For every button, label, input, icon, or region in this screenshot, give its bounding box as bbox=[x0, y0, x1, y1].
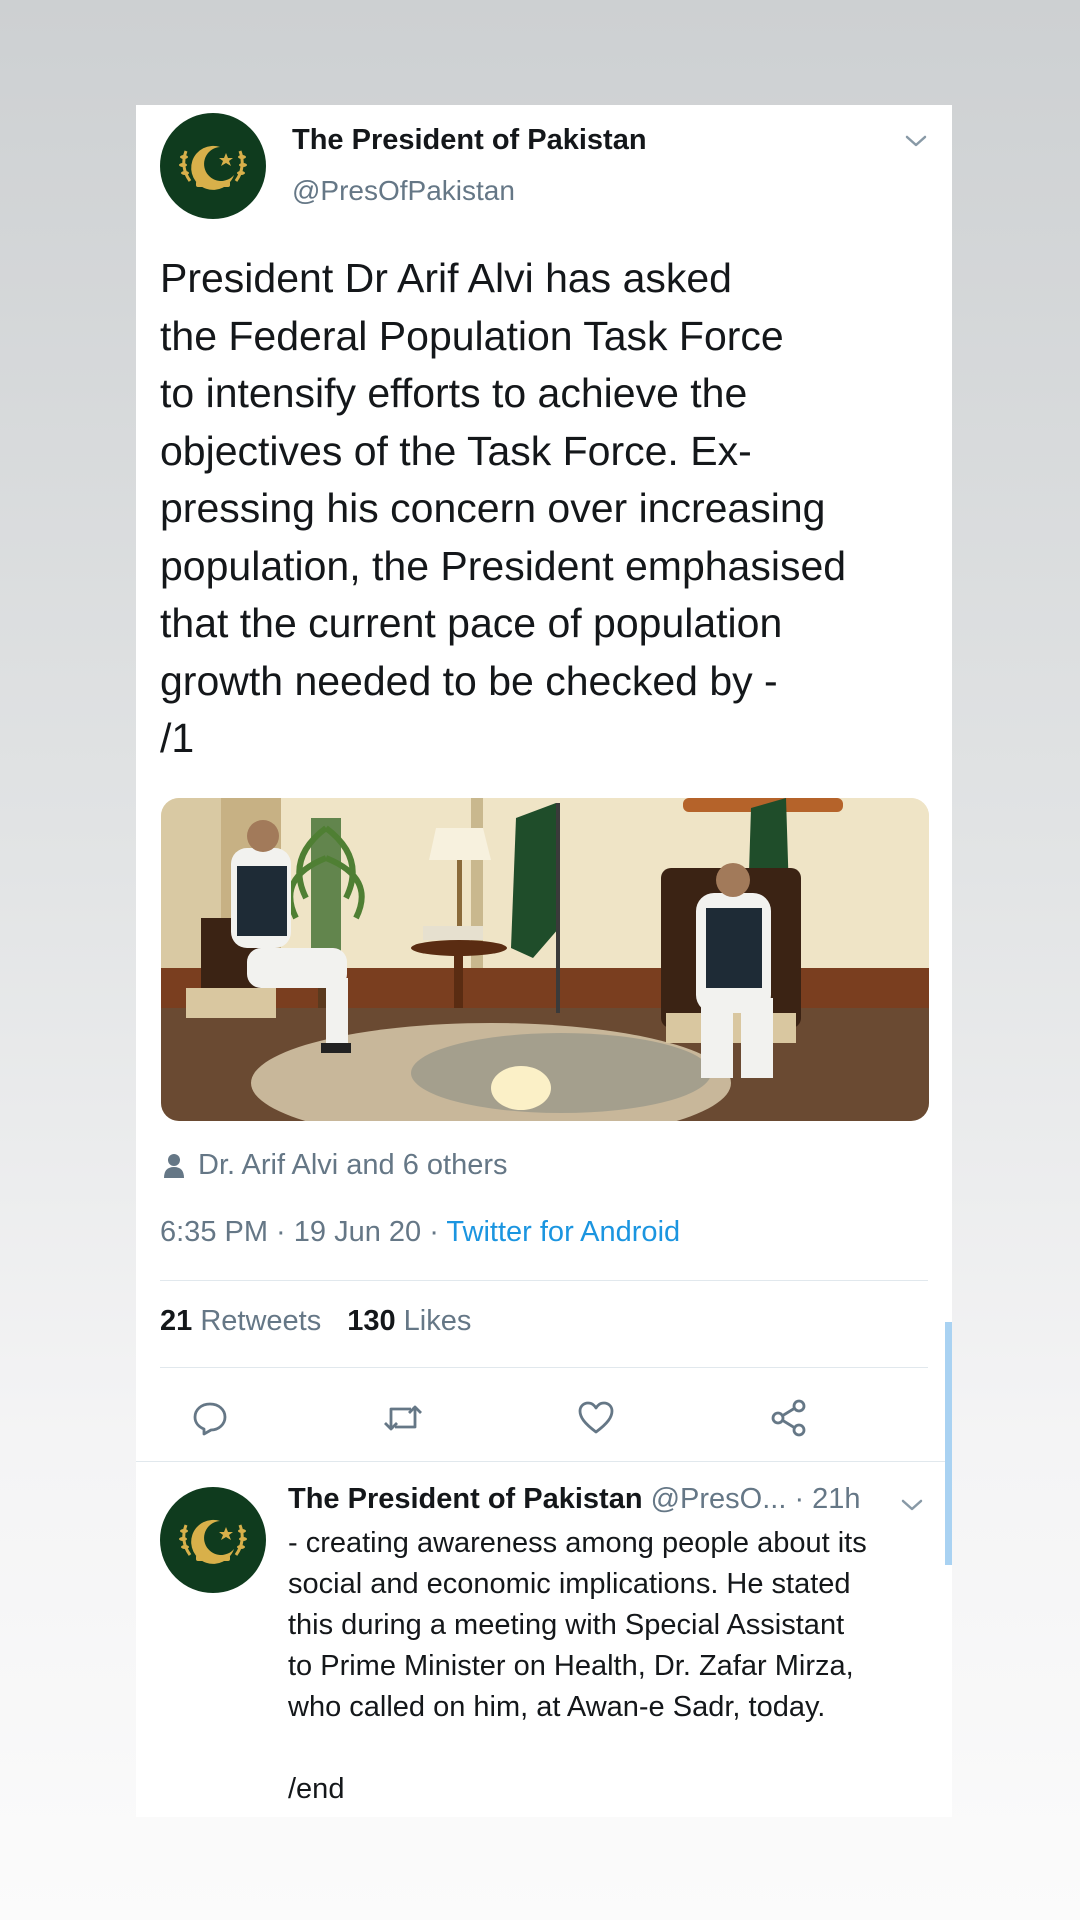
heart-icon bbox=[578, 1401, 614, 1434]
reply-header: The President of Pakistan @PresO... · 21… bbox=[288, 1483, 861, 1516]
reply-author-name[interactable]: The President of Pakistan bbox=[288, 1483, 643, 1515]
author-name[interactable]: The President of Pakistan bbox=[292, 124, 647, 157]
divider bbox=[160, 1367, 928, 1368]
likes-stat[interactable]: 130 Likes bbox=[347, 1305, 471, 1337]
retweets-count: 21 bbox=[160, 1305, 193, 1337]
share-button[interactable] bbox=[759, 1388, 819, 1448]
retweet-button[interactable] bbox=[373, 1388, 433, 1448]
tweet-card: The President of Pakistan @PresOfPakista… bbox=[136, 105, 952, 1817]
chevron-down-icon[interactable] bbox=[904, 133, 928, 149]
tweet-meta: 6:35 PM · 19 Jun 20 · Twitter for Androi… bbox=[160, 1216, 681, 1248]
reply-author-avatar[interactable] bbox=[160, 1487, 266, 1593]
liked-by-text: Dr. Arif Alvi and 6 others bbox=[198, 1149, 508, 1181]
emblem-icon bbox=[179, 1519, 247, 1564]
likes-count: 130 bbox=[347, 1305, 396, 1337]
retweets-stat[interactable]: 21 Retweets bbox=[160, 1305, 321, 1337]
emblem-icon bbox=[179, 145, 247, 190]
liked-by[interactable]: Dr. Arif Alvi and 6 others bbox=[164, 1149, 507, 1182]
author-handle[interactable]: @PresOfPakistan bbox=[292, 175, 515, 207]
reply-icon bbox=[193, 1402, 227, 1436]
retweets-label: Retweets bbox=[200, 1305, 322, 1337]
retweet-icon bbox=[384, 1405, 422, 1431]
meeting-photo bbox=[161, 798, 929, 1121]
share-icon bbox=[771, 1399, 806, 1437]
thread-divider bbox=[136, 1461, 952, 1462]
tweet-text: President Dr Arif Alvi has asked the Fed… bbox=[160, 255, 847, 761]
person-icon bbox=[164, 1153, 184, 1178]
divider bbox=[160, 1280, 928, 1281]
reply-meta: @PresO... · 21h bbox=[650, 1483, 861, 1515]
tweet-source-link[interactable]: Twitter for Android bbox=[446, 1216, 680, 1248]
likes-label: Likes bbox=[403, 1305, 472, 1337]
like-button[interactable] bbox=[566, 1388, 626, 1448]
tweet-date: 19 Jun 20 bbox=[293, 1216, 422, 1248]
reply-button[interactable] bbox=[180, 1388, 240, 1448]
tweet-photo[interactable] bbox=[161, 798, 929, 1121]
scrollbar[interactable] bbox=[945, 1322, 952, 1565]
author-avatar[interactable] bbox=[160, 113, 266, 219]
engagement-counts: 21 Retweets 130 Likes bbox=[160, 1305, 471, 1338]
tweet-time: 6:35 PM bbox=[160, 1216, 268, 1248]
chevron-down-icon[interactable] bbox=[900, 1497, 924, 1513]
reply-text: - creating awareness among people about … bbox=[288, 1527, 867, 1805]
